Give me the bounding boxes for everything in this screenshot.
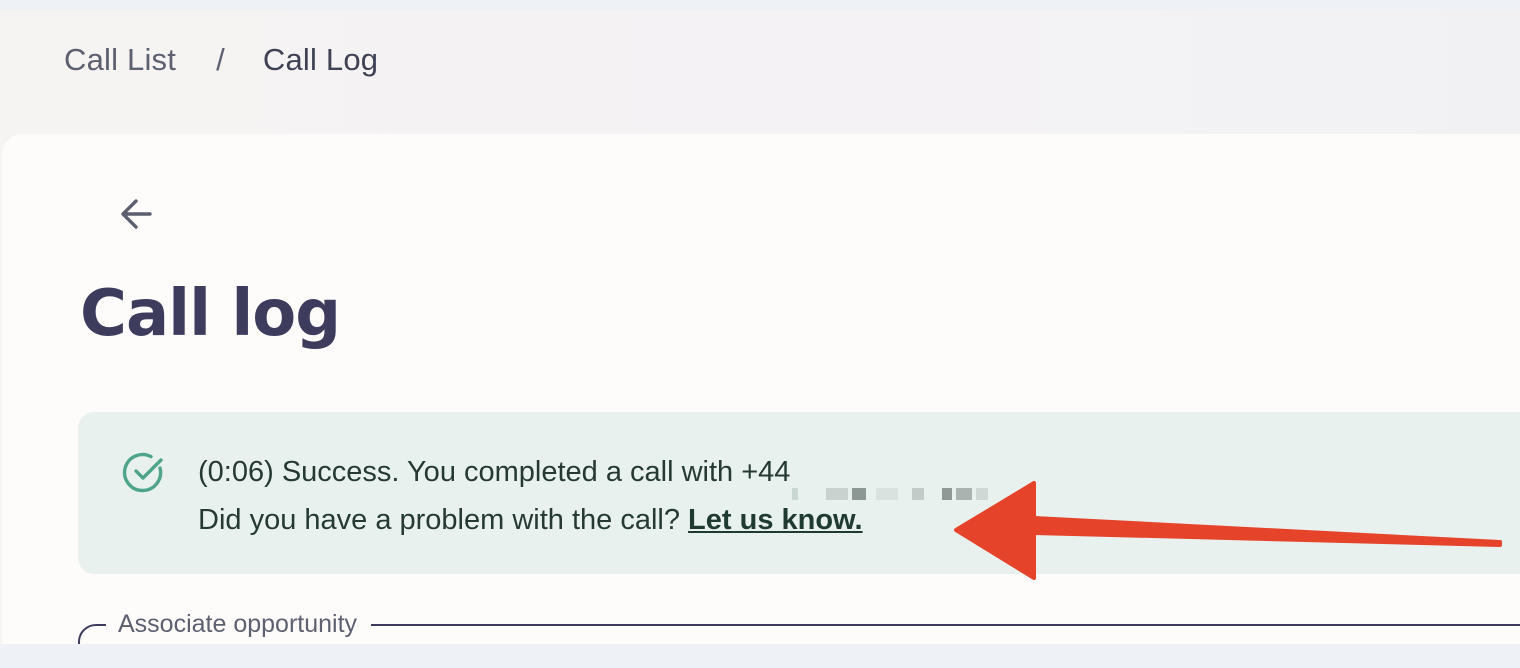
check-circle-icon (122, 452, 163, 493)
page-title: Call log (80, 277, 341, 351)
alert-problem-text: Did you have a problem with the call? (198, 504, 680, 536)
arrow-left-icon (121, 199, 152, 229)
redacted-phone-number (792, 467, 992, 501)
alert-line-2: Did you have a problem with the call? Le… (198, 496, 992, 544)
alert-success-text: (0:06) Success. You completed a call wit… (198, 456, 791, 488)
let-us-know-link[interactable]: Let us know. (688, 504, 863, 536)
associate-opportunity-field[interactable]: Associate opportunity (78, 604, 1520, 644)
alert-line-1: (0:06) Success. You completed a call wit… (198, 448, 992, 501)
breadcrumb: Call List / Call Log (64, 42, 378, 78)
back-button[interactable] (108, 186, 164, 242)
app-frame: Call List / Call Log Call log (0:06) Suc… (0, 10, 1520, 644)
success-alert: (0:06) Success. You completed a call wit… (78, 412, 1520, 574)
call-log-card: Call log (0:06) Success. You completed a… (2, 134, 1520, 644)
associate-opportunity-label: Associate opportunity (106, 608, 372, 640)
breadcrumb-current: Call Log (262, 42, 379, 77)
breadcrumb-call-list-link[interactable]: Call List (64, 42, 176, 78)
alert-message: (0:06) Success. You completed a call wit… (198, 448, 992, 544)
breadcrumb-separator: / (216, 42, 225, 77)
